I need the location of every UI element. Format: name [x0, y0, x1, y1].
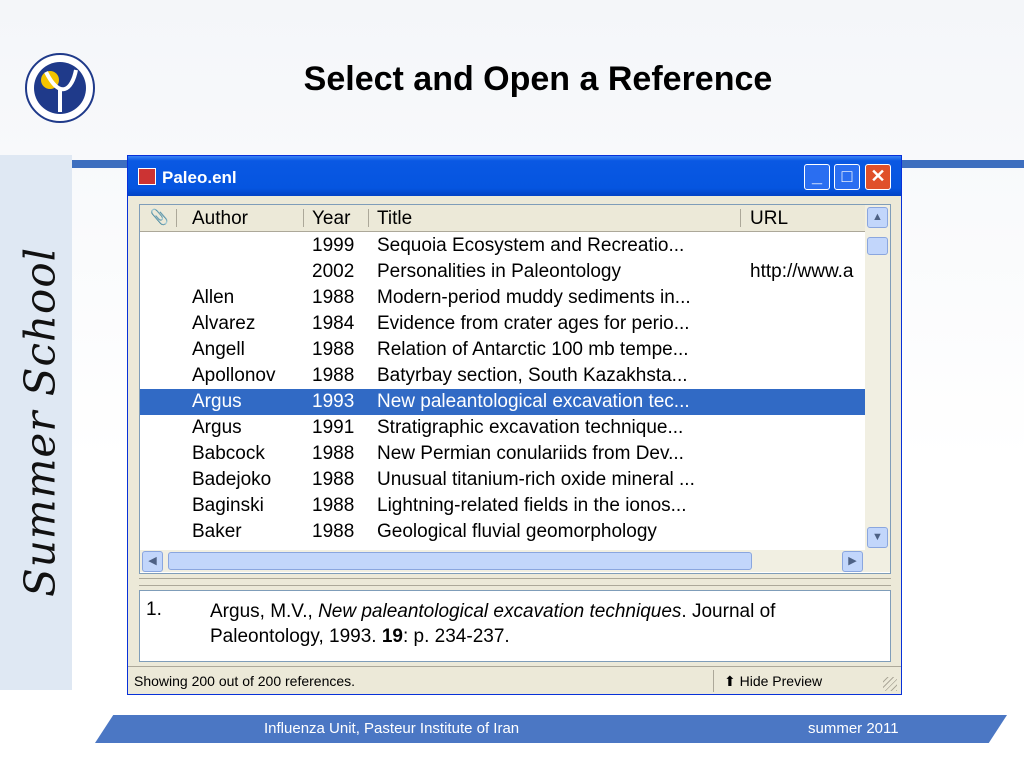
cell-year: 1988 [312, 469, 355, 490]
scroll-left-icon[interactable]: ◀ [142, 551, 163, 572]
cell-author: Argus [192, 391, 242, 412]
table-row[interactable]: 2002 Personalities in Paleontology http://… [140, 259, 865, 285]
column-header-url[interactable]: URL [750, 208, 788, 230]
pasteur-logo-icon [25, 53, 95, 123]
side-text: Summer School [15, 246, 65, 598]
cell-title: Modern-period muddy sediments in... [377, 287, 691, 308]
table-row[interactable]: Argus 1991 Stratigraphic excavation techni… [140, 415, 865, 441]
preview-splitter[interactable] [139, 578, 891, 586]
cell-title: Sequoia Ecosystem and Recreatio... [377, 235, 685, 256]
cell-year: 1988 [312, 495, 355, 516]
scroll-down-icon[interactable]: ▼ [867, 527, 888, 548]
table-row[interactable]: Apollonov 1988 Batyrbay section, South Kaz… [140, 363, 865, 389]
scroll-up-icon[interactable]: ▲ [867, 207, 888, 228]
column-separator[interactable] [368, 209, 369, 227]
endnote-window: Paleo.enl _ □ ✕ 📎 Author Year Title URL … [127, 155, 902, 695]
column-separator[interactable] [176, 209, 177, 227]
slide-title: Select and Open a Reference [303, 60, 773, 98]
resize-grip-icon[interactable] [883, 677, 897, 691]
cell-title: Relation of Antarctic 100 mb tempe... [377, 339, 689, 360]
cell-author: Alvarez [192, 313, 256, 334]
cell-author: Angell [192, 339, 245, 360]
cell-author: Argus [192, 417, 242, 438]
cell-title: Evidence from crater ages for perio... [377, 313, 690, 334]
cell-author: Apollonov [192, 365, 276, 386]
cell-year: 1988 [312, 365, 355, 386]
cell-title: Unusual titanium-rich oxide mineral ... [377, 469, 695, 490]
column-header-year[interactable]: Year [312, 208, 350, 230]
hide-preview-button[interactable]: ⬆ Hide Preview [724, 673, 822, 690]
table-row[interactable]: Angell 1988 Relation of Antarctic 100 mb t… [140, 337, 865, 363]
list-header: 📎 Author Year Title URL [140, 205, 865, 232]
cell-year: 1984 [312, 313, 355, 334]
app-icon [138, 168, 156, 185]
vertical-scroll-thumb[interactable] [867, 237, 888, 255]
cell-title: Batyrbay section, South Kazakhsta... [377, 365, 688, 386]
cell-title: New paleantological excavation tec... [377, 391, 690, 412]
status-text: Showing 200 out of 200 references. [134, 673, 356, 689]
preview-authors: Argus, M.V., [210, 601, 319, 622]
footer-right-text: summer 2011 [808, 720, 899, 737]
table-row[interactable]: Allen 1988 Modern-period muddy sediments i… [140, 285, 865, 311]
column-header-author[interactable]: Author [192, 208, 248, 230]
table-row-selected[interactable]: Argus 1993 New paleantological excavation … [140, 389, 865, 415]
cell-title: New Permian conulariids from Dev... [377, 443, 684, 464]
cell-title: Lightning-related fields in the ionos... [377, 495, 687, 516]
cell-year: 2002 [312, 261, 355, 282]
cell-author: Baker [192, 521, 242, 542]
scroll-right-icon[interactable]: ▶ [842, 551, 863, 572]
reference-list[interactable]: 📎 Author Year Title URL 1999 Sequoia Ecos… [139, 204, 891, 574]
reference-preview: 1. Argus, M.V., New paleantological exca… [139, 590, 891, 662]
cell-title: Personalities in Paleontology [377, 261, 621, 282]
footer-left-text: Influenza Unit, Pasteur Institute of Ira… [264, 720, 520, 737]
cell-title: Stratigraphic excavation technique... [377, 417, 684, 438]
cell-year: 1988 [312, 443, 355, 464]
paperclip-icon[interactable]: 📎 [150, 208, 169, 226]
arrow-up-icon: ⬆ [724, 673, 736, 689]
cell-author: Baginski [192, 495, 264, 516]
preview-number: 1. [146, 599, 162, 620]
table-row[interactable]: Alvarez 1984 Evidence from crater ages for… [140, 311, 865, 337]
cell-year: 1999 [312, 235, 355, 256]
preview-citation: Argus, M.V., New paleantological excavat… [210, 599, 880, 649]
minimize-button[interactable]: _ [804, 164, 830, 190]
vertical-scrollbar[interactable]: ▲ ▼ [865, 205, 890, 550]
horizontal-scroll-thumb[interactable] [168, 552, 752, 570]
close-button[interactable]: ✕ [865, 164, 891, 190]
cell-year: 1988 [312, 521, 355, 542]
maximize-button[interactable]: □ [834, 164, 860, 190]
cell-author: Allen [192, 287, 235, 308]
cell-year: 1988 [312, 339, 355, 360]
table-row[interactable]: Badejoko 1988 Unusual titanium-rich oxide … [140, 467, 865, 493]
cell-year: 1993 [312, 391, 355, 412]
cell-author: Babcock [192, 443, 265, 464]
column-separator[interactable] [740, 209, 741, 227]
window-titlebar[interactable]: Paleo.enl _ □ ✕ [128, 156, 901, 196]
window-title: Paleo.enl [162, 168, 237, 187]
cell-author: Badejoko [192, 469, 272, 490]
column-header-title[interactable]: Title [377, 208, 412, 230]
status-bar: Showing 200 out of 200 references. ⬆ Hid… [128, 666, 901, 694]
table-row[interactable]: Baker 1988 Geological fluvial geomorpholog… [140, 519, 865, 545]
horizontal-scrollbar[interactable]: ◀ ▶ [140, 550, 890, 572]
preview-pages: : p. 234-237. [402, 626, 510, 647]
preview-title: New paleantological excavation technique… [318, 601, 682, 622]
table-row[interactable]: 1999 Sequoia Ecosystem and Recreatio... [140, 233, 865, 259]
cell-title: Geological fluvial geomorphology [377, 521, 657, 542]
table-row[interactable]: Baginski 1988 Lightning-related fields in … [140, 493, 865, 519]
cell-year: 1988 [312, 287, 355, 308]
column-separator[interactable] [303, 209, 304, 227]
preview-volume: 19 [381, 626, 403, 647]
cell-year: 1991 [312, 417, 355, 438]
status-divider [713, 670, 714, 692]
hide-preview-label: Hide Preview [739, 673, 823, 689]
table-row[interactable]: Babcock 1988 New Permian conulariids from … [140, 441, 865, 467]
cell-url: http://www.a [750, 261, 854, 282]
